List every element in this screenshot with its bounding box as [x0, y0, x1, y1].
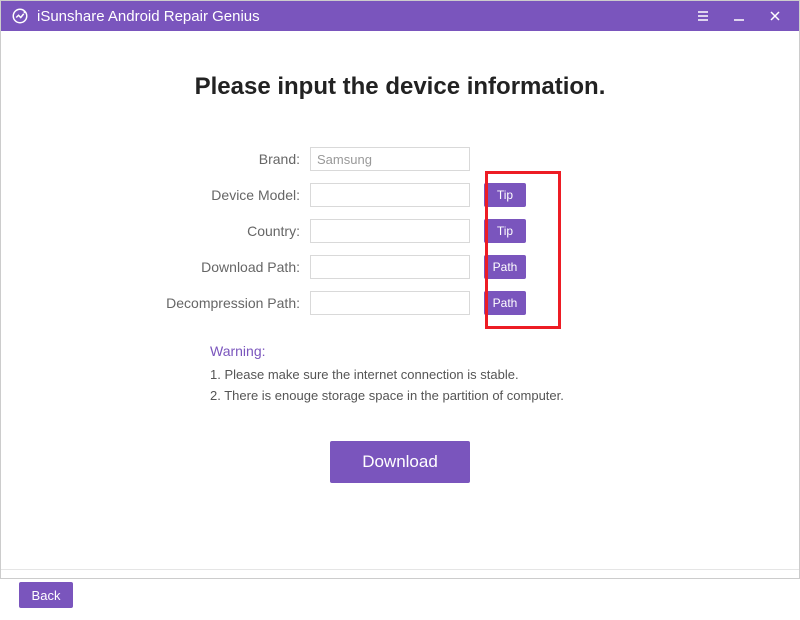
path-button-decompression[interactable]: Path — [484, 291, 526, 315]
back-button[interactable]: Back — [19, 582, 73, 608]
input-download-path[interactable] — [310, 255, 470, 279]
warning-block: Warning: 1. Please make sure the interne… — [160, 343, 640, 407]
close-button[interactable] — [757, 1, 793, 31]
form-area: Brand: Device Model: Tip Country: Tip Do… — [120, 141, 680, 321]
label-device-model: Device Model: — [120, 187, 310, 204]
label-download-path: Download Path: — [120, 259, 310, 276]
content-area: Please input the device information. Bra… — [1, 73, 799, 620]
warning-line-1: 1. Please make sure the internet connect… — [210, 365, 640, 386]
input-decompression-path[interactable] — [310, 291, 470, 315]
page-heading: Please input the device information. — [21, 73, 779, 101]
tip-button-device-model[interactable]: Tip — [484, 183, 526, 207]
menu-button[interactable] — [685, 1, 721, 31]
row-download-path: Download Path: Path — [120, 249, 680, 285]
input-country[interactable] — [310, 219, 470, 243]
path-button-download[interactable]: Path — [484, 255, 526, 279]
footer-separator — [1, 569, 799, 570]
warning-title: Warning: — [210, 343, 640, 359]
warning-line-2: 2. There is enouge storage space in the … — [210, 386, 640, 407]
app-title: iSunshare Android Repair Genius — [37, 8, 260, 25]
label-decompression-path: Decompression Path: — [120, 295, 310, 312]
download-button[interactable]: Download — [330, 441, 470, 483]
label-brand: Brand: — [120, 151, 310, 168]
app-logo-icon — [11, 7, 29, 25]
row-decompression-path: Decompression Path: Path — [120, 285, 680, 321]
app-window: iSunshare Android Repair Genius Please i… — [0, 0, 800, 579]
input-device-model[interactable] — [310, 183, 470, 207]
row-brand: Brand: — [120, 141, 680, 177]
label-country: Country: — [120, 223, 310, 240]
row-country: Country: Tip — [120, 213, 680, 249]
tip-button-country[interactable]: Tip — [484, 219, 526, 243]
minimize-button[interactable] — [721, 1, 757, 31]
input-brand — [310, 147, 470, 171]
row-device-model: Device Model: Tip — [120, 177, 680, 213]
titlebar: iSunshare Android Repair Genius — [1, 1, 799, 31]
